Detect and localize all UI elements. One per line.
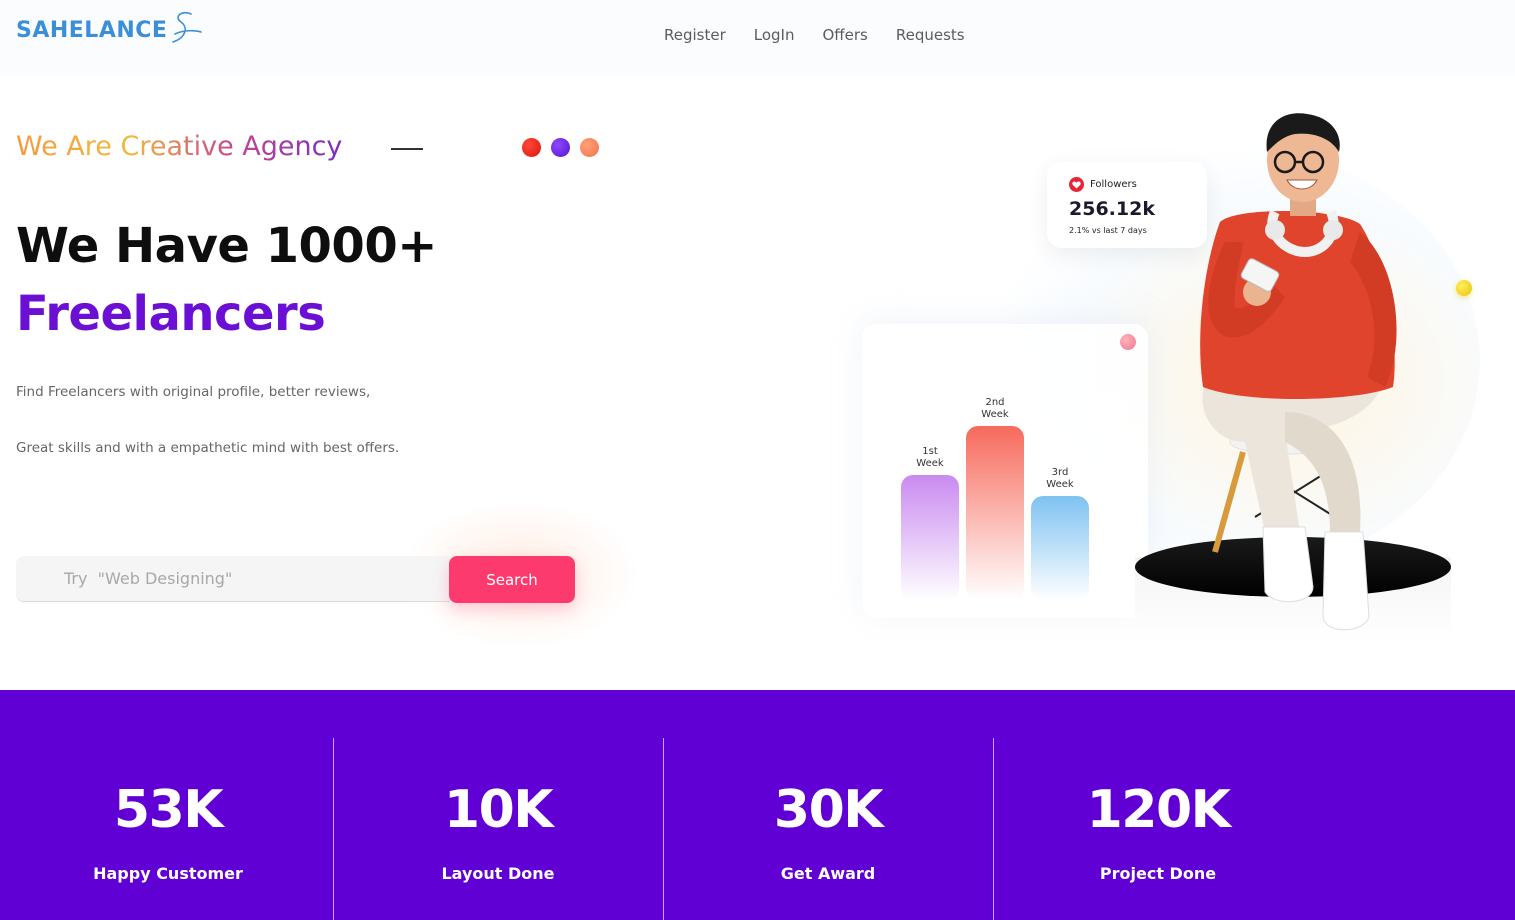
nav-requests-link[interactable]: Requests [882,24,979,46]
red-dot-icon [522,138,541,157]
search-box [16,556,450,602]
freelancer-person-image [1135,113,1451,642]
stat-label: Project Done [1099,864,1217,883]
stat-unit: K [183,780,223,840]
stat-unit: K [843,780,883,840]
stat-value: 10K [333,778,663,842]
stat-label: Get Award [780,864,876,883]
yellow-ball-icon [1456,280,1472,296]
orange-dot-icon [580,138,599,157]
decorative-dots [522,138,599,157]
stat-number: 53 [113,780,185,840]
stat-value: 30K [663,778,993,842]
pink-ball-icon [1120,334,1136,350]
brand-signature-icon [172,11,203,43]
stat-layout-done: 10K Layout Done [333,738,663,918]
purple-dot-icon [551,138,570,157]
stat-happy-customer: 53K Happy Customer [3,738,333,918]
hero-tagline: We Are Creative Agency [16,129,342,165]
stat-label: Layout Done [441,864,555,883]
hero-headline-line2: Freelancers [16,286,326,342]
followers-label: Followers [1090,179,1137,190]
hero-description-line1: Find Freelancers with original profile, … [16,384,371,400]
stat-number: 10 [443,780,515,840]
stat-project-done: 120K Project Done [993,738,1323,918]
search-button[interactable]: Search [449,556,575,603]
nav-offers-link[interactable]: Offers [809,24,882,46]
stat-label: Happy Customer [93,864,243,883]
brand-name: SAHELANCE [16,17,168,43]
stat-value: 53K [3,778,333,842]
stat-number: 30 [773,780,845,840]
main-nav: Register LogIn Offers Requests [650,24,979,46]
tagline-dash [391,148,423,150]
stat-get-award: 30K Get Award [663,738,993,918]
heart-icon [1069,177,1084,192]
brand-logo[interactable]: SAHELANCE [16,10,205,50]
nav-login-link[interactable]: LogIn [740,24,809,46]
hero-headline-line1: We Have 1000+ [16,218,437,274]
landing-page: SAHELANCE Register LogIn Offers Requests… [0,0,1515,920]
followers-card-header: Followers [1069,177,1137,192]
stats-band: 53K Happy Customer 10K Layout Done 30K G… [0,690,1515,920]
search-input[interactable] [16,556,450,601]
stat-unit: K [1190,780,1231,840]
stat-number: 120 [1086,780,1193,840]
site-header: SAHELANCE Register LogIn Offers Requests [0,0,1515,76]
stat-value: 120K [993,778,1323,842]
weekly-chart-panel [862,324,1148,618]
stat-unit: K [513,780,553,840]
nav-register-link[interactable]: Register [650,24,740,46]
hero-description-line2: Great skills and with a empathetic mind … [16,440,400,456]
